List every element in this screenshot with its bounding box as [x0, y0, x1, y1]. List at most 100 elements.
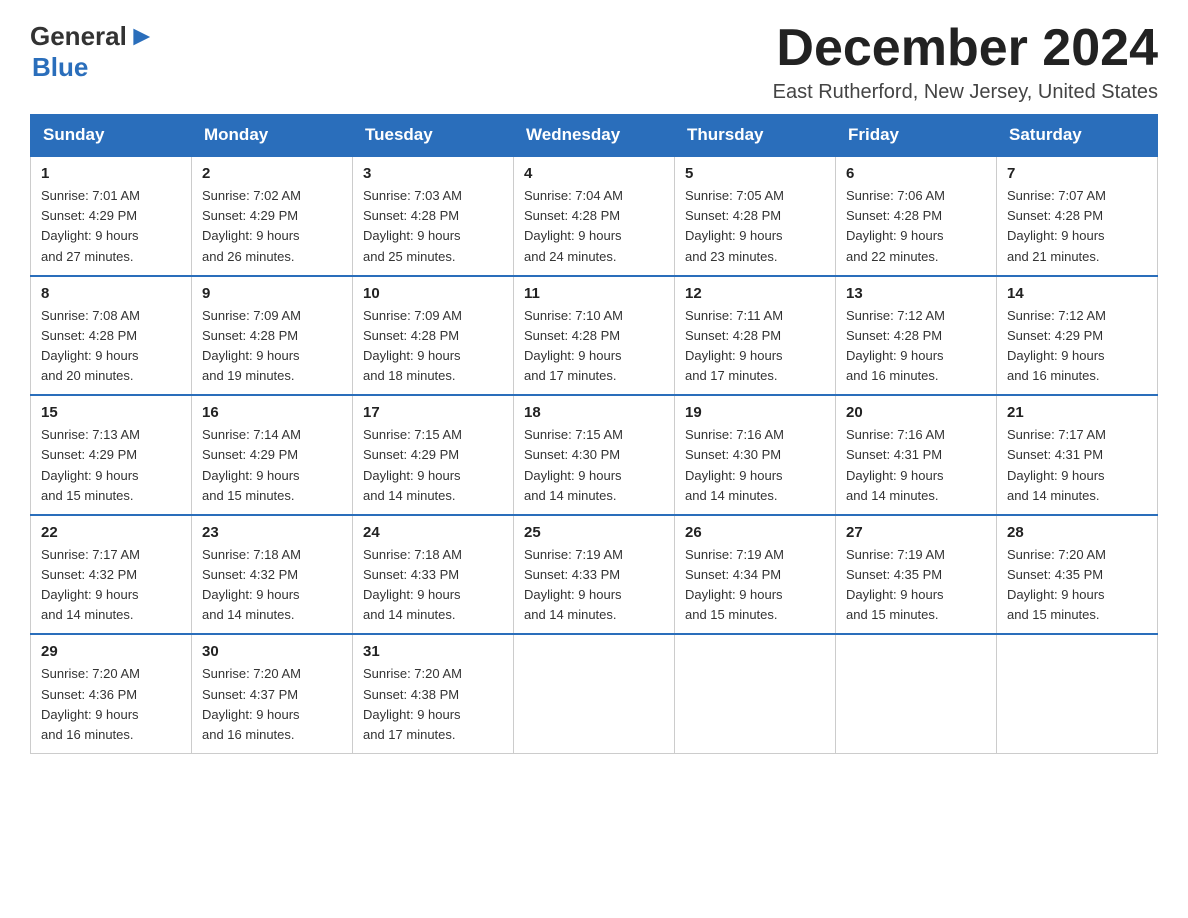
day-number: 8: [41, 285, 181, 302]
calendar-cell: 1 Sunrise: 7:01 AMSunset: 4:29 PMDayligh…: [31, 156, 192, 276]
day-info: Sunrise: 7:12 AMSunset: 4:28 PMDaylight:…: [846, 306, 986, 387]
day-number: 22: [41, 524, 181, 541]
location-subtitle: East Rutherford, New Jersey, United Stat…: [773, 81, 1158, 104]
day-number: 3: [363, 165, 503, 182]
day-info: Sunrise: 7:16 AMSunset: 4:31 PMDaylight:…: [846, 425, 986, 506]
calendar-cell: 11 Sunrise: 7:10 AMSunset: 4:28 PMDaylig…: [514, 276, 675, 396]
logo-blue-text: Blue: [32, 52, 88, 83]
day-info: Sunrise: 7:18 AMSunset: 4:33 PMDaylight:…: [363, 545, 503, 626]
day-number: 24: [363, 524, 503, 541]
day-info: Sunrise: 7:20 AMSunset: 4:38 PMDaylight:…: [363, 664, 503, 745]
day-number: 14: [1007, 285, 1147, 302]
calendar-cell: 2 Sunrise: 7:02 AMSunset: 4:29 PMDayligh…: [192, 156, 353, 276]
day-number: 25: [524, 524, 664, 541]
day-info: Sunrise: 7:09 AMSunset: 4:28 PMDaylight:…: [202, 306, 342, 387]
calendar-cell: [836, 634, 997, 753]
logo-general-text: General: [30, 21, 127, 52]
day-number: 23: [202, 524, 342, 541]
day-info: Sunrise: 7:14 AMSunset: 4:29 PMDaylight:…: [202, 425, 342, 506]
calendar-cell: 30 Sunrise: 7:20 AMSunset: 4:37 PMDaylig…: [192, 634, 353, 753]
day-info: Sunrise: 7:06 AMSunset: 4:28 PMDaylight:…: [846, 186, 986, 267]
day-number: 11: [524, 285, 664, 302]
calendar-week-row: 29 Sunrise: 7:20 AMSunset: 4:36 PMDaylig…: [31, 634, 1158, 753]
column-header-wednesday: Wednesday: [514, 115, 675, 157]
calendar-cell: 22 Sunrise: 7:17 AMSunset: 4:32 PMDaylig…: [31, 515, 192, 635]
day-info: Sunrise: 7:11 AMSunset: 4:28 PMDaylight:…: [685, 306, 825, 387]
day-info: Sunrise: 7:19 AMSunset: 4:34 PMDaylight:…: [685, 545, 825, 626]
calendar-cell: 23 Sunrise: 7:18 AMSunset: 4:32 PMDaylig…: [192, 515, 353, 635]
calendar-cell: 8 Sunrise: 7:08 AMSunset: 4:28 PMDayligh…: [31, 276, 192, 396]
calendar-cell: 9 Sunrise: 7:09 AMSunset: 4:28 PMDayligh…: [192, 276, 353, 396]
column-header-tuesday: Tuesday: [353, 115, 514, 157]
day-number: 4: [524, 165, 664, 182]
day-number: 31: [363, 643, 503, 660]
day-number: 26: [685, 524, 825, 541]
day-number: 2: [202, 165, 342, 182]
calendar-cell: 26 Sunrise: 7:19 AMSunset: 4:34 PMDaylig…: [675, 515, 836, 635]
calendar-cell: 7 Sunrise: 7:07 AMSunset: 4:28 PMDayligh…: [997, 156, 1158, 276]
calendar-week-row: 22 Sunrise: 7:17 AMSunset: 4:32 PMDaylig…: [31, 515, 1158, 635]
day-info: Sunrise: 7:12 AMSunset: 4:29 PMDaylight:…: [1007, 306, 1147, 387]
calendar-week-row: 8 Sunrise: 7:08 AMSunset: 4:28 PMDayligh…: [31, 276, 1158, 396]
calendar-cell: 16 Sunrise: 7:14 AMSunset: 4:29 PMDaylig…: [192, 395, 353, 515]
day-number: 20: [846, 404, 986, 421]
day-info: Sunrise: 7:20 AMSunset: 4:37 PMDaylight:…: [202, 664, 342, 745]
calendar-header-row: SundayMondayTuesdayWednesdayThursdayFrid…: [31, 115, 1158, 157]
day-info: Sunrise: 7:19 AMSunset: 4:33 PMDaylight:…: [524, 545, 664, 626]
day-info: Sunrise: 7:03 AMSunset: 4:28 PMDaylight:…: [363, 186, 503, 267]
day-info: Sunrise: 7:07 AMSunset: 4:28 PMDaylight:…: [1007, 186, 1147, 267]
day-number: 1: [41, 165, 181, 182]
calendar-table: SundayMondayTuesdayWednesdayThursdayFrid…: [30, 114, 1158, 754]
calendar-cell: 3 Sunrise: 7:03 AMSunset: 4:28 PMDayligh…: [353, 156, 514, 276]
day-number: 17: [363, 404, 503, 421]
day-info: Sunrise: 7:04 AMSunset: 4:28 PMDaylight:…: [524, 186, 664, 267]
calendar-cell: 27 Sunrise: 7:19 AMSunset: 4:35 PMDaylig…: [836, 515, 997, 635]
day-number: 6: [846, 165, 986, 182]
day-info: Sunrise: 7:18 AMSunset: 4:32 PMDaylight:…: [202, 545, 342, 626]
day-number: 18: [524, 404, 664, 421]
calendar-week-row: 15 Sunrise: 7:13 AMSunset: 4:29 PMDaylig…: [31, 395, 1158, 515]
day-info: Sunrise: 7:13 AMSunset: 4:29 PMDaylight:…: [41, 425, 181, 506]
day-info: Sunrise: 7:20 AMSunset: 4:36 PMDaylight:…: [41, 664, 181, 745]
column-header-friday: Friday: [836, 115, 997, 157]
calendar-cell: 21 Sunrise: 7:17 AMSunset: 4:31 PMDaylig…: [997, 395, 1158, 515]
day-number: 15: [41, 404, 181, 421]
calendar-cell: 28 Sunrise: 7:20 AMSunset: 4:35 PMDaylig…: [997, 515, 1158, 635]
calendar-cell: [997, 634, 1158, 753]
logo: General ► Blue: [30, 20, 157, 83]
calendar-cell: 13 Sunrise: 7:12 AMSunset: 4:28 PMDaylig…: [836, 276, 997, 396]
day-number: 9: [202, 285, 342, 302]
day-info: Sunrise: 7:15 AMSunset: 4:29 PMDaylight:…: [363, 425, 503, 506]
column-header-sunday: Sunday: [31, 115, 192, 157]
day-number: 13: [846, 285, 986, 302]
calendar-cell: 6 Sunrise: 7:06 AMSunset: 4:28 PMDayligh…: [836, 156, 997, 276]
day-info: Sunrise: 7:17 AMSunset: 4:31 PMDaylight:…: [1007, 425, 1147, 506]
logo-arrow-icon: ►: [128, 20, 156, 52]
calendar-cell: 31 Sunrise: 7:20 AMSunset: 4:38 PMDaylig…: [353, 634, 514, 753]
calendar-cell: 15 Sunrise: 7:13 AMSunset: 4:29 PMDaylig…: [31, 395, 192, 515]
calendar-cell: 5 Sunrise: 7:05 AMSunset: 4:28 PMDayligh…: [675, 156, 836, 276]
day-info: Sunrise: 7:02 AMSunset: 4:29 PMDaylight:…: [202, 186, 342, 267]
calendar-week-row: 1 Sunrise: 7:01 AMSunset: 4:29 PMDayligh…: [31, 156, 1158, 276]
day-info: Sunrise: 7:20 AMSunset: 4:35 PMDaylight:…: [1007, 545, 1147, 626]
calendar-cell: 20 Sunrise: 7:16 AMSunset: 4:31 PMDaylig…: [836, 395, 997, 515]
day-info: Sunrise: 7:09 AMSunset: 4:28 PMDaylight:…: [363, 306, 503, 387]
calendar-cell: 25 Sunrise: 7:19 AMSunset: 4:33 PMDaylig…: [514, 515, 675, 635]
day-number: 5: [685, 165, 825, 182]
day-number: 21: [1007, 404, 1147, 421]
calendar-cell: 12 Sunrise: 7:11 AMSunset: 4:28 PMDaylig…: [675, 276, 836, 396]
day-info: Sunrise: 7:10 AMSunset: 4:28 PMDaylight:…: [524, 306, 664, 387]
calendar-cell: 17 Sunrise: 7:15 AMSunset: 4:29 PMDaylig…: [353, 395, 514, 515]
day-info: Sunrise: 7:01 AMSunset: 4:29 PMDaylight:…: [41, 186, 181, 267]
calendar-cell: [514, 634, 675, 753]
calendar-cell: [675, 634, 836, 753]
day-info: Sunrise: 7:16 AMSunset: 4:30 PMDaylight:…: [685, 425, 825, 506]
calendar-cell: 18 Sunrise: 7:15 AMSunset: 4:30 PMDaylig…: [514, 395, 675, 515]
page-header: General ► Blue December 2024 East Ruther…: [30, 20, 1158, 104]
day-number: 19: [685, 404, 825, 421]
calendar-cell: 24 Sunrise: 7:18 AMSunset: 4:33 PMDaylig…: [353, 515, 514, 635]
day-number: 16: [202, 404, 342, 421]
day-info: Sunrise: 7:15 AMSunset: 4:30 PMDaylight:…: [524, 425, 664, 506]
month-title: December 2024: [773, 20, 1158, 77]
calendar-cell: 14 Sunrise: 7:12 AMSunset: 4:29 PMDaylig…: [997, 276, 1158, 396]
